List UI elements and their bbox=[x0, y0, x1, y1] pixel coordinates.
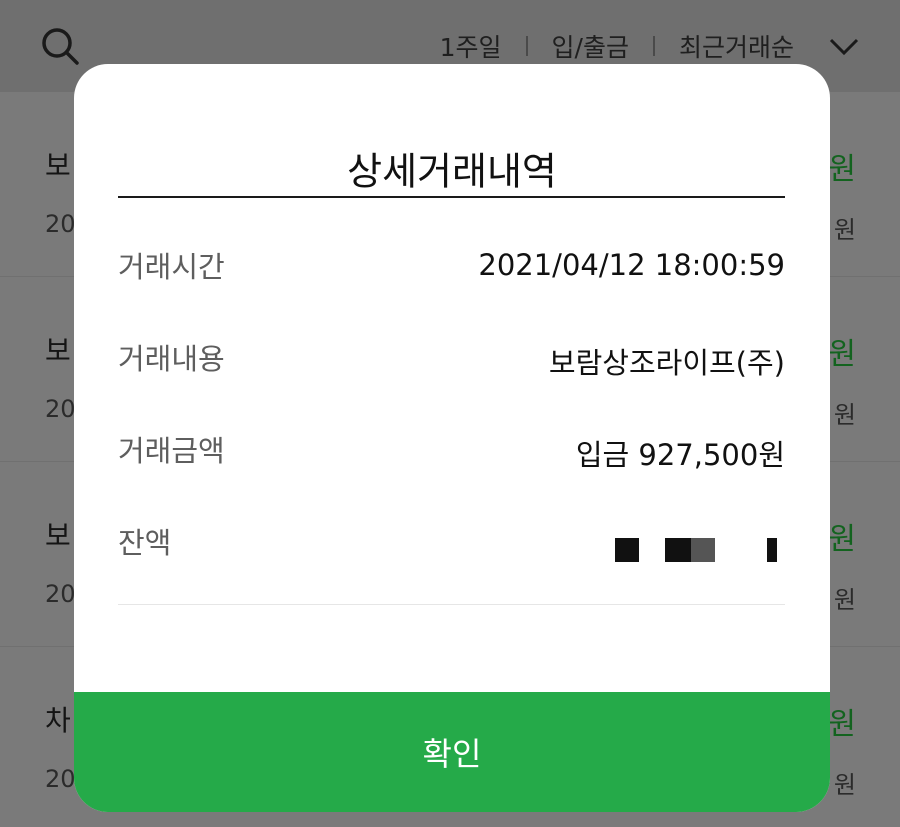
detail-value: 2021/04/12 18:00:59 bbox=[478, 248, 785, 282]
filter-bar[interactable]: 1주일 입/출금 최근거래순 bbox=[440, 26, 860, 66]
filter-period[interactable]: 1주일 bbox=[440, 28, 502, 64]
detail-row-description: 거래내용 보람상조라이프(주) bbox=[118, 336, 785, 396]
transaction-balance: 원 bbox=[833, 401, 856, 429]
transaction-amount: 원 bbox=[828, 707, 856, 742]
filter-type[interactable]: 입/출금 bbox=[552, 28, 629, 64]
transaction-detail-dialog: 상세거래내역 거래시간 2021/04/12 18:00:59 거래내용 보람상… bbox=[74, 64, 830, 812]
mask-block bbox=[767, 538, 777, 562]
detail-row-amount: 거래금액 입금 927,500원 bbox=[118, 428, 785, 488]
mask-block bbox=[691, 538, 715, 562]
detail-value: 입금 927,500원 bbox=[575, 438, 785, 472]
transaction-amount: 원 bbox=[828, 152, 856, 187]
detail-row-balance: 잔액 bbox=[118, 520, 785, 580]
masked-balance bbox=[615, 534, 785, 564]
transaction-amount: 원 bbox=[828, 522, 856, 557]
detail-label: 거래내용 bbox=[118, 342, 225, 376]
row-divider bbox=[118, 604, 785, 605]
chevron-down-icon[interactable] bbox=[828, 30, 860, 62]
filter-order[interactable]: 최근거래순 bbox=[679, 28, 794, 64]
transaction-name: 보 bbox=[45, 519, 71, 552]
detail-label: 거래시간 bbox=[118, 250, 225, 284]
transaction-name: 보 bbox=[45, 334, 71, 367]
detail-row-time: 거래시간 2021/04/12 18:00:59 bbox=[118, 244, 785, 304]
screen: 1주일 입/출금 최근거래순 보 20 원 원 보 20 원 원 보 20 원 … bbox=[0, 0, 900, 827]
transaction-date: 20 bbox=[45, 580, 76, 608]
transaction-amount: 원 bbox=[828, 337, 856, 372]
transaction-balance: 원 bbox=[833, 216, 856, 244]
search-icon[interactable] bbox=[40, 26, 80, 66]
mask-block bbox=[615, 538, 639, 562]
transaction-date: 20 bbox=[45, 765, 76, 793]
transaction-name: 차 bbox=[45, 704, 71, 737]
detail-label: 잔액 bbox=[118, 526, 172, 560]
detail-value: 보람상조라이프(주) bbox=[548, 346, 785, 380]
transaction-date: 20 bbox=[45, 395, 76, 423]
transaction-balance: 원 bbox=[833, 771, 856, 799]
detail-label: 거래금액 bbox=[118, 434, 225, 468]
dialog-title: 상세거래내역 bbox=[347, 149, 557, 194]
transaction-name: 보 bbox=[45, 149, 71, 182]
mask-block bbox=[665, 538, 691, 562]
filter-divider bbox=[525, 36, 528, 56]
title-divider bbox=[118, 196, 785, 198]
transaction-balance: 원 bbox=[833, 586, 856, 614]
confirm-button[interactable]: 확인 bbox=[74, 692, 830, 812]
transaction-date: 20 bbox=[45, 210, 76, 238]
filter-divider bbox=[652, 36, 655, 56]
